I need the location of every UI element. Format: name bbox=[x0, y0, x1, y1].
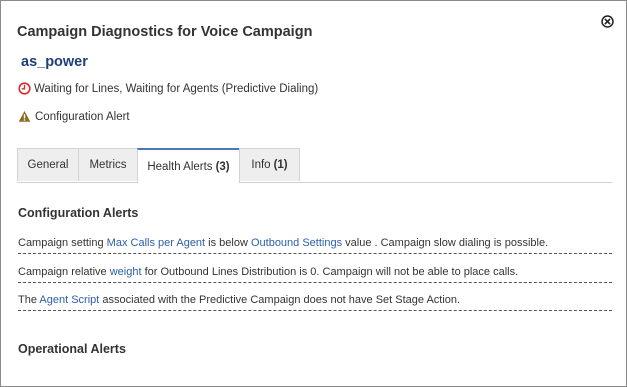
tab-count: (1) bbox=[273, 159, 288, 171]
tab-health-alerts[interactable]: Health Alerts (3) bbox=[137, 148, 240, 183]
alert-text: Configuration Alert bbox=[35, 110, 130, 123]
close-icon[interactable] bbox=[601, 15, 614, 28]
status-text: Waiting for Lines, Waiting for Agents (P… bbox=[34, 82, 319, 95]
tab-label: Metrics bbox=[89, 159, 127, 171]
alert-text: Campaign setting bbox=[18, 237, 107, 249]
campaign-name: as_power bbox=[21, 54, 88, 70]
alert-row: Campaign relative weight for Outbound Li… bbox=[18, 266, 612, 283]
tab-info[interactable]: Info (1) bbox=[239, 148, 300, 181]
alert-row: The Agent Script associated with the Pre… bbox=[18, 294, 612, 311]
outbound-settings-link[interactable]: Outbound Settings bbox=[251, 237, 342, 249]
dialog-title: Campaign Diagnostics for Voice Campaign bbox=[17, 24, 313, 40]
alert-row: Campaign setting Max Calls per Agent is … bbox=[18, 237, 612, 254]
configuration-alert-indicator: Configuration Alert bbox=[18, 110, 130, 123]
warning-triangle-icon bbox=[18, 111, 31, 122]
configuration-alerts-heading: Configuration Alerts bbox=[18, 206, 139, 220]
campaign-diagnostics-dialog: Campaign Diagnostics for Voice Campaign … bbox=[0, 0, 627, 387]
tab-count: (3) bbox=[215, 160, 230, 173]
weight-link[interactable]: weight bbox=[110, 266, 142, 278]
tab-label: Health Alerts bbox=[147, 160, 213, 173]
tab-bar: General Metrics Health Alerts (3) Info (… bbox=[17, 148, 612, 183]
campaign-status: Waiting for Lines, Waiting for Agents (P… bbox=[18, 82, 318, 95]
tab-label: Info bbox=[251, 159, 271, 171]
tab-metrics[interactable]: Metrics bbox=[78, 148, 138, 181]
alert-text: Campaign relative bbox=[18, 266, 110, 278]
tab-general[interactable]: General bbox=[17, 148, 79, 181]
tab-label: General bbox=[27, 159, 69, 171]
agent-script-link[interactable]: Agent Script bbox=[39, 294, 99, 306]
max-calls-per-agent-link[interactable]: Max Calls per Agent bbox=[107, 237, 205, 249]
alert-text: for Outbound Lines Distribution is 0. Ca… bbox=[141, 266, 519, 278]
alert-text: value . Campaign slow dialing is possibl… bbox=[342, 237, 549, 249]
alert-text: is below bbox=[205, 237, 251, 249]
alert-text: associated with the Predictive Campaign … bbox=[99, 294, 461, 306]
alert-text: The bbox=[18, 294, 40, 306]
clock-icon bbox=[18, 82, 31, 95]
operational-alerts-heading: Operational Alerts bbox=[18, 342, 126, 356]
